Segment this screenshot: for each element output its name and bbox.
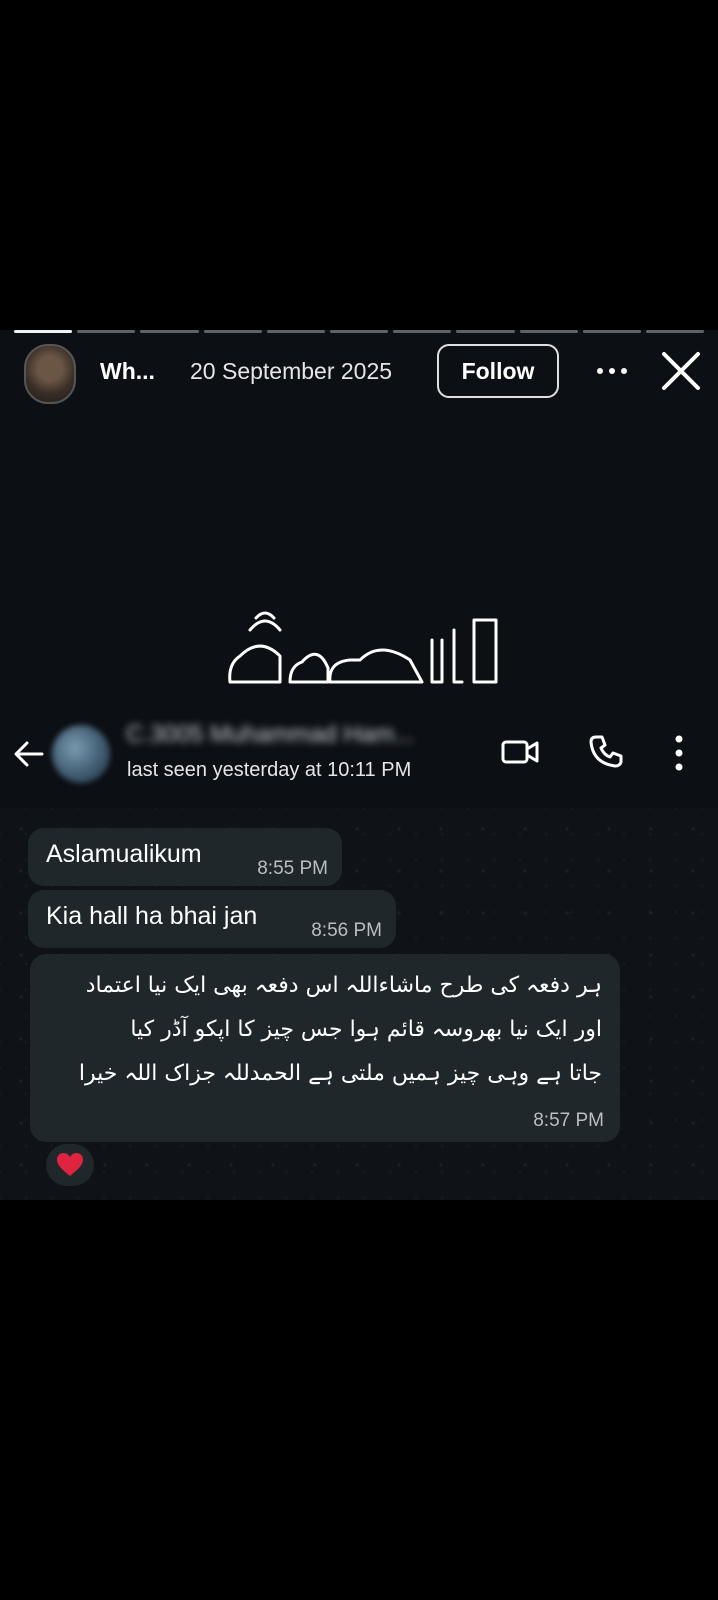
menu-icon[interactable] [668, 733, 690, 773]
contact-avatar[interactable] [52, 725, 110, 783]
close-icon[interactable] [660, 350, 702, 392]
more-options-icon[interactable] [592, 356, 632, 386]
progress-segment [645, 330, 705, 333]
message-bubble[interactable]: Kia hall ha bhai jan 8:56 PM [28, 890, 396, 948]
heart-reaction[interactable] [46, 1144, 94, 1186]
progress-segment [393, 330, 452, 333]
message-line: ہر دفعہ کی طرح ماشاءاللہ اس دفعہ بھی ایک… [85, 973, 602, 998]
username[interactable]: Wh... [100, 358, 155, 385]
progress-segment [14, 330, 73, 333]
phone-call-icon[interactable] [588, 733, 624, 769]
last-seen-status: last seen yesterday at 10:11 PM [127, 759, 412, 781]
back-arrow-icon[interactable] [12, 737, 46, 771]
chat-area: Aslamualikum 8:55 PM Kia hall ha bhai ja… [0, 808, 718, 1200]
message-text: Aslamualikum [46, 840, 202, 868]
progress-segment [77, 330, 136, 333]
progress-segment [266, 330, 325, 333]
progress-segment [203, 330, 262, 333]
whatsapp-chat-header: C.3005 Muhammad Ham... last seen yesterd… [0, 715, 718, 795]
message-time: 8:55 PM [257, 858, 328, 879]
message-text: Kia hall ha bhai jan [46, 902, 258, 930]
message-line: اور ایک نیا بھروسہ قائم ہوا جس چیز کا اپ… [130, 1017, 602, 1042]
progress-segment [456, 330, 515, 333]
message-bubble[interactable]: Aslamualikum 8:55 PM [28, 828, 342, 886]
story-viewer: Wh... 20 September 2025 Follow C.3005 Mu… [0, 330, 718, 1200]
video-call-icon[interactable] [500, 735, 540, 769]
story-progress-bar [14, 330, 705, 334]
progress-segment [519, 330, 578, 333]
story-header: Wh... 20 September 2025 Follow [0, 344, 718, 406]
heart-icon [57, 1153, 83, 1176]
profile-avatar[interactable] [24, 344, 76, 404]
contact-name[interactable]: C.3005 Muhammad Ham... [126, 721, 414, 749]
progress-segment [582, 330, 641, 333]
progress-segment [329, 330, 389, 333]
message-time: 8:57 PM [533, 1110, 604, 1131]
progress-segment [140, 330, 199, 333]
follow-button[interactable]: Follow [437, 344, 559, 398]
message-bubble[interactable]: ہر دفعہ کی طرح ماشاءاللہ اس دفعہ بھی ایک… [30, 954, 620, 1142]
alhamdulillah-calligraphy [228, 611, 498, 684]
post-date: 20 September 2025 [190, 358, 393, 384]
message-line: جاتا ہے وہی چیز ہمیں ملتی ہے الحمدللہ جز… [78, 1061, 602, 1086]
message-time: 8:56 PM [311, 920, 382, 941]
urdu-message-text: ہر دفعہ کی طرح ماشاءاللہ اس دفعہ بھی ایک… [42, 964, 602, 1096]
